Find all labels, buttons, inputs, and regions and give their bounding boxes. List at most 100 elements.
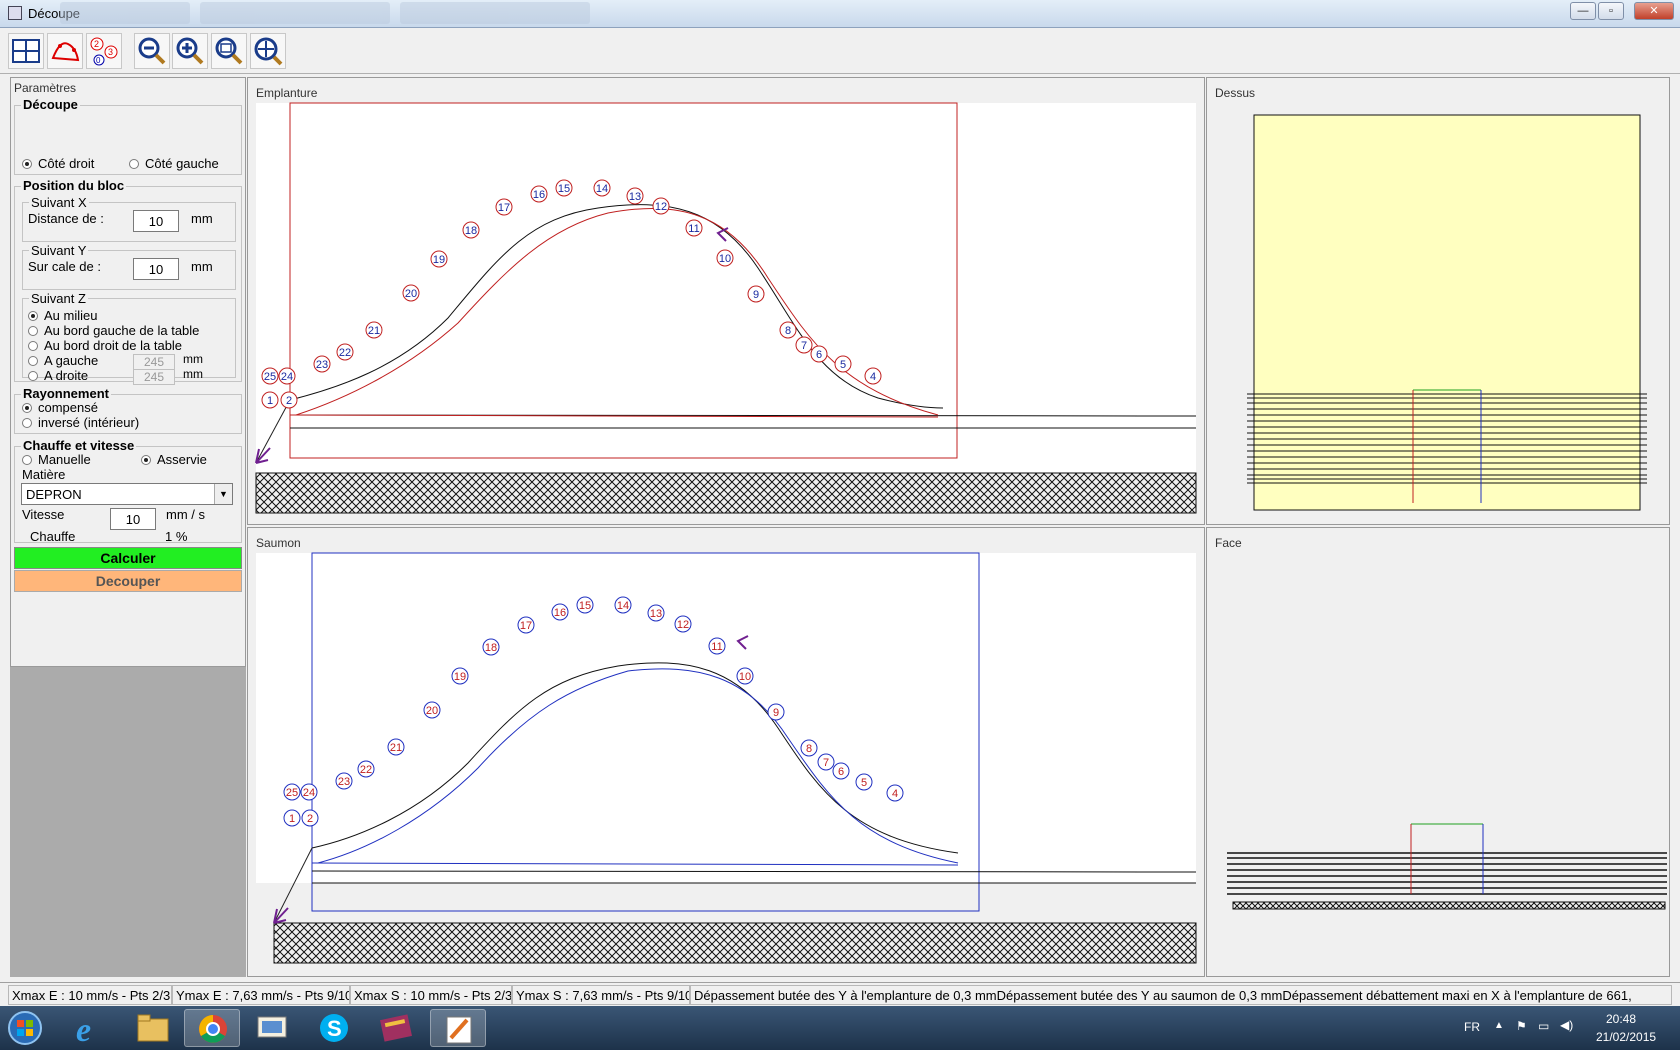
emplanture-point-12[interactable]: 12: [652, 197, 670, 215]
taskbar-skype[interactable]: S: [306, 1009, 362, 1047]
saumon-point-8[interactable]: 8: [800, 739, 818, 757]
pan-button[interactable]: [250, 33, 286, 69]
taskbar-ie[interactable]: e: [62, 1009, 118, 1049]
zoom-fit-button[interactable]: [211, 33, 247, 69]
saumon-point-2[interactable]: 2: [301, 809, 319, 827]
saumon-point-19[interactable]: 19: [451, 667, 469, 685]
numbered-points-button[interactable]: 2 3 0: [86, 33, 122, 69]
emplanture-point-23[interactable]: 23: [313, 355, 331, 373]
emplanture-point-22[interactable]: 22: [336, 343, 354, 361]
cale-input[interactable]: 10: [133, 258, 179, 280]
saumon-point-14[interactable]: 14: [614, 596, 632, 614]
emplanture-point-7[interactable]: 7: [795, 336, 813, 354]
taskbar-explorer[interactable]: [124, 1009, 180, 1047]
taskbar-winrar[interactable]: [368, 1009, 424, 1047]
saumon-point-12[interactable]: 12: [674, 615, 692, 633]
saumon-point-16[interactable]: 16: [551, 603, 569, 621]
close-button[interactable]: ✕: [1634, 2, 1674, 20]
clock-time[interactable]: 20:48: [1606, 1012, 1636, 1026]
z-bord-droit-radio[interactable]: Au bord droit de la table: [28, 338, 182, 353]
emplanture-point-25[interactable]: 25: [261, 367, 279, 385]
taskbar-presentation[interactable]: [244, 1009, 300, 1047]
emplanture-point-16[interactable]: 16: [530, 185, 548, 203]
vitesse-input[interactable]: 10: [110, 508, 156, 530]
saumon-point-22[interactable]: 22: [357, 760, 375, 778]
matiere-select[interactable]: DEPRON ▼: [21, 483, 233, 505]
emplanture-point-2[interactable]: 2: [280, 391, 298, 409]
network-icon[interactable]: ▭: [1538, 1019, 1549, 1033]
saumon-point-7[interactable]: 7: [817, 753, 835, 771]
compense-label: compensé: [38, 400, 98, 415]
manuelle-radio[interactable]: Manuelle: [22, 452, 91, 467]
saumon-point-1[interactable]: 1: [283, 809, 301, 827]
inverse-radio[interactable]: inversé (intérieur): [22, 415, 139, 430]
zoom-in-button[interactable]: [172, 33, 208, 69]
saumon-point-17[interactable]: 17: [517, 616, 535, 634]
profile-points-button[interactable]: [47, 33, 83, 69]
flag-icon[interactable]: ⚑: [1516, 1019, 1527, 1033]
saumon-view[interactable]: Saumon 1 2 4 5 6 7 8 9 10 11 12 13 14 15 16 17 18 19 20 21 2…: [247, 527, 1205, 977]
taskbar-chrome[interactable]: [184, 1009, 240, 1047]
saumon-point-5[interactable]: 5: [855, 773, 873, 791]
saumon-point-25[interactable]: 25: [283, 783, 301, 801]
dessus-canvas[interactable]: [1207, 78, 1671, 526]
emplanture-point-1[interactable]: 1: [261, 391, 279, 409]
maximize-button[interactable]: ▫: [1598, 2, 1624, 20]
emplanture-point-19[interactable]: 19: [430, 250, 448, 268]
calculer-button[interactable]: Calculer: [14, 547, 242, 569]
minimize-button[interactable]: —: [1570, 2, 1596, 20]
emplanture-view[interactable]: Emplanture 1 2 4 5 6 7 8 9 10 11 12 13 14 15 16 17 18 19 2…: [247, 77, 1205, 525]
clock-date[interactable]: 21/02/2015: [1596, 1030, 1656, 1044]
saumon-point-9[interactable]: 9: [767, 703, 785, 721]
saumon-point-4[interactable]: 4: [886, 784, 904, 802]
volume-icon[interactable]: ◀): [1560, 1018, 1573, 1032]
emplanture-point-6[interactable]: 6: [810, 345, 828, 363]
face-view[interactable]: Face: [1206, 527, 1670, 977]
saumon-point-23[interactable]: 23: [335, 772, 353, 790]
z-a-gauche-radio[interactable]: A gauche: [28, 353, 98, 368]
asservie-radio[interactable]: Asservie: [141, 452, 207, 467]
z-a-droite-radio[interactable]: A droite: [28, 368, 88, 383]
dessus-view[interactable]: Dessus: [1206, 77, 1670, 525]
emplanture-point-15[interactable]: 15: [555, 179, 573, 197]
emplanture-point-13[interactable]: 13: [626, 187, 644, 205]
emplanture-point-24[interactable]: 24: [278, 367, 296, 385]
emplanture-point-20[interactable]: 20: [402, 284, 420, 302]
start-button[interactable]: [4, 1009, 48, 1047]
emplanture-point-18[interactable]: 18: [462, 221, 480, 239]
saumon-point-15[interactable]: 15: [576, 596, 594, 614]
saumon-point-21[interactable]: 21: [387, 738, 405, 756]
emplanture-point-10[interactable]: 10: [716, 249, 734, 267]
decoupe-app-icon: [446, 1016, 472, 1044]
emplanture-point-21[interactable]: 21: [365, 321, 383, 339]
saumon-canvas[interactable]: 1 245678910111213141516171819202122232425: [248, 528, 1206, 978]
saumon-point-20[interactable]: 20: [423, 701, 441, 719]
zoom-out-button[interactable]: [134, 33, 170, 69]
saumon-point-6[interactable]: 6: [832, 762, 850, 780]
emplanture-point-9[interactable]: 9: [747, 285, 765, 303]
emplanture-point-17[interactable]: 17: [495, 198, 513, 216]
emplanture-point-5[interactable]: 5: [834, 355, 852, 373]
emplanture-point-14[interactable]: 14: [593, 179, 611, 197]
cote-droit-radio[interactable]: Côté droit: [22, 156, 94, 171]
cote-gauche-radio[interactable]: Côté gauche: [129, 156, 219, 171]
z-bord-gauche-radio[interactable]: Au bord gauche de la table: [28, 323, 199, 338]
show-hidden-icons-icon[interactable]: ▲: [1494, 1020, 1504, 1031]
language-indicator[interactable]: FR: [1464, 1020, 1480, 1034]
emplanture-canvas[interactable]: 1 245678910111213141516171819202122232425: [248, 78, 1206, 526]
distance-input[interactable]: 10: [133, 210, 179, 232]
saumon-point-13[interactable]: 13: [647, 604, 665, 622]
saumon-point-10[interactable]: 10: [736, 667, 754, 685]
decouper-button[interactable]: Decouper: [14, 570, 242, 592]
saumon-point-11[interactable]: 11: [708, 637, 726, 655]
z-au-milieu-radio[interactable]: Au milieu: [28, 308, 97, 323]
emplanture-point-4[interactable]: 4: [864, 367, 882, 385]
face-canvas[interactable]: [1207, 528, 1671, 978]
saumon-point-24[interactable]: 24: [300, 783, 318, 801]
emplanture-point-8[interactable]: 8: [779, 321, 797, 339]
compense-radio[interactable]: compensé: [22, 400, 98, 415]
saumon-point-18[interactable]: 18: [482, 638, 500, 656]
layout-grid-button[interactable]: [8, 33, 44, 69]
emplanture-point-11[interactable]: 11: [685, 219, 703, 237]
taskbar-decoupe[interactable]: [430, 1009, 486, 1047]
